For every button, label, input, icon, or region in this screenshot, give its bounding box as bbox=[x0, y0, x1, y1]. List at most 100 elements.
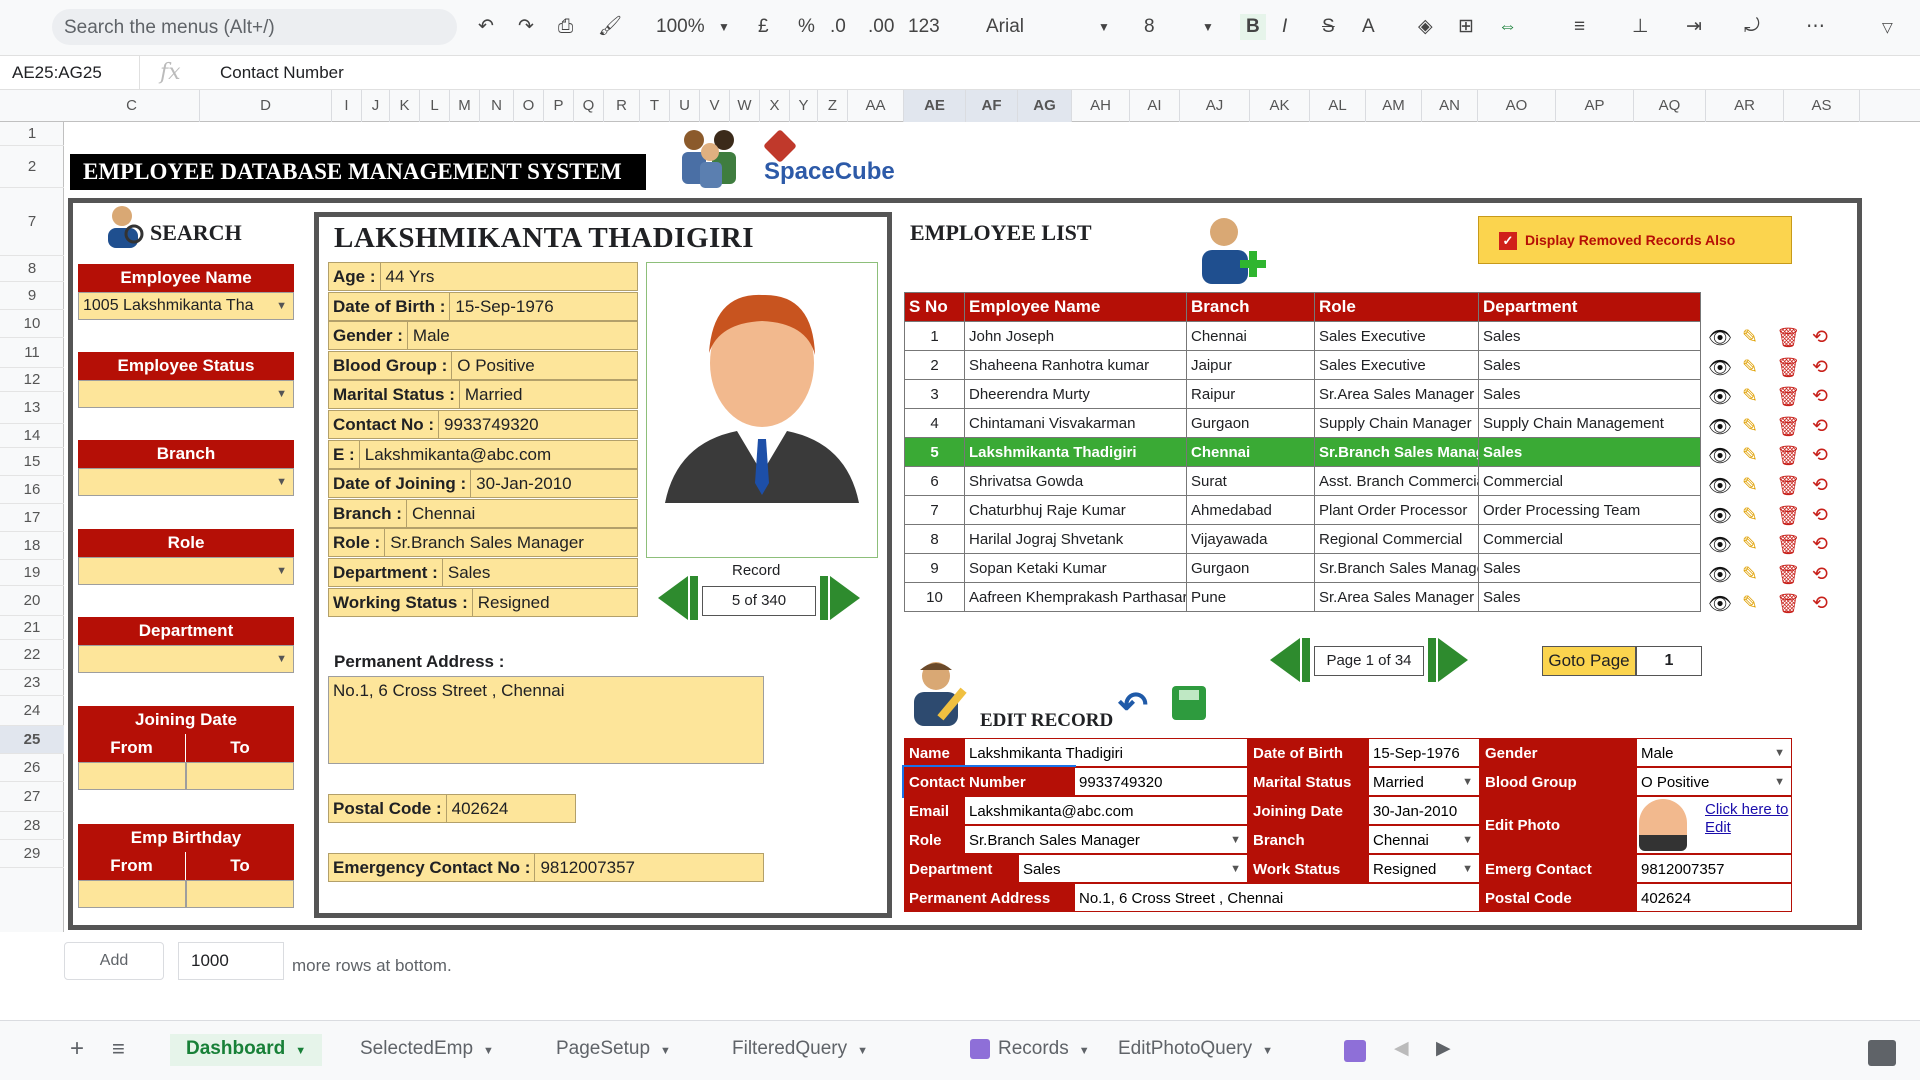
row-header-cell[interactable]: 9 bbox=[0, 282, 64, 310]
row-header-cell[interactable]: 16 bbox=[0, 476, 64, 504]
row-header-cell[interactable]: 29 bbox=[0, 840, 64, 868]
edit-contact-v[interactable]: 9933749320 bbox=[1074, 767, 1248, 796]
role-select[interactable]: ▼ bbox=[78, 557, 294, 585]
add-rows-button[interactable]: Add bbox=[64, 942, 164, 980]
birthday-from-input[interactable] bbox=[78, 880, 186, 908]
row-header-cell[interactable]: 19 bbox=[0, 560, 64, 586]
more-formats-button[interactable]: 123 bbox=[908, 14, 940, 40]
chevron-down-icon[interactable]: ▼ bbox=[1774, 768, 1785, 795]
row-header-cell[interactable]: 2 bbox=[0, 146, 64, 188]
prev-page-button[interactable] bbox=[1270, 638, 1300, 682]
row-header-cell[interactable]: 11 bbox=[0, 338, 64, 368]
column-header-cell[interactable]: AR bbox=[1706, 90, 1784, 122]
view-eye-icon[interactable]: 👁 bbox=[1708, 563, 1740, 587]
column-header-cell[interactable]: V bbox=[700, 90, 730, 122]
currency-button[interactable]: £ bbox=[758, 14, 769, 40]
table-row[interactable]: 1 John Joseph Chennai Sales Executive Sales bbox=[904, 321, 1701, 351]
column-header-cell[interactable]: O bbox=[514, 90, 544, 122]
row-header-cell[interactable]: 8 bbox=[0, 256, 64, 282]
edit-gender-v[interactable]: Male ▼ bbox=[1636, 738, 1792, 767]
valign-icon[interactable]: ⊥ bbox=[1632, 14, 1649, 40]
zoom-select[interactable]: 100% bbox=[656, 14, 705, 40]
edit-branch-v[interactable]: Chennai ▼ bbox=[1368, 825, 1480, 854]
bold-button[interactable]: B bbox=[1240, 14, 1266, 40]
column-header-cell[interactable]: W bbox=[730, 90, 760, 122]
chevron-down-icon[interactable]: ▼ bbox=[276, 646, 287, 672]
text-color-button[interactable]: A bbox=[1362, 14, 1375, 40]
edit-join-v[interactable]: 30-Jan-2010 bbox=[1368, 796, 1480, 825]
paint-format-icon[interactable]: 🖌 bbox=[598, 14, 622, 40]
table-row[interactable]: 8 Harilal Jograj Shvetank Vijayawada Region… bbox=[904, 524, 1701, 554]
restore-icon[interactable]: ⟲ bbox=[1812, 533, 1836, 556]
delete-trash-icon[interactable]: 🗑 bbox=[1776, 326, 1808, 350]
chevron-down-icon[interactable]: ▼ bbox=[718, 14, 730, 40]
row-header-cell[interactable]: 1 bbox=[0, 122, 64, 146]
chevron-down-icon[interactable]: ▼ bbox=[1462, 768, 1473, 795]
column-header-cell[interactable]: AK bbox=[1250, 90, 1310, 122]
column-header-cell[interactable]: AP bbox=[1556, 90, 1634, 122]
column-header-cell[interactable]: T bbox=[640, 90, 670, 122]
table-row[interactable]: 9 Sopan Ketaki Kumar Gurgaon Sr.Branch Sale… bbox=[904, 553, 1701, 583]
table-row[interactable]: 3 Dheerendra Murty Raipur Sr.Area Sales Man… bbox=[904, 379, 1701, 409]
edit-role-v[interactable]: Sr.Branch Sales Manager ▼ bbox=[964, 825, 1248, 854]
employee-status-select[interactable]: ▼ bbox=[78, 380, 294, 408]
add-employee-icon[interactable] bbox=[1196, 212, 1270, 286]
column-header-cell[interactable]: AO bbox=[1478, 90, 1556, 122]
grid-sheet-icon[interactable] bbox=[1344, 1040, 1366, 1062]
row-header-cell[interactable]: 20 bbox=[0, 586, 64, 616]
column-header-cell[interactable]: AF bbox=[966, 90, 1018, 122]
decrease-decimal-button[interactable]: .0 bbox=[830, 14, 846, 40]
restore-icon[interactable]: ⟲ bbox=[1812, 385, 1836, 408]
display-removed-toggle[interactable]: ✓ Display Removed Records Also bbox=[1478, 216, 1792, 264]
scroll-left-icon[interactable]: ◀ bbox=[1394, 1034, 1409, 1064]
table-row[interactable]: 7 Chaturbhuj Raje Kumar Ahmedabad Plant Ord… bbox=[904, 495, 1701, 525]
edit-pencil-icon[interactable]: ✎ bbox=[1742, 326, 1766, 349]
edit-pencil-icon[interactable]: ✎ bbox=[1742, 474, 1766, 497]
view-eye-icon[interactable]: 👁 bbox=[1708, 474, 1740, 498]
column-header-cell[interactable]: K bbox=[390, 90, 420, 122]
column-header-cell[interactable]: J bbox=[362, 90, 390, 122]
align-icon[interactable]: ≡ bbox=[1574, 14, 1585, 40]
column-header-cell[interactable]: Y bbox=[790, 90, 818, 122]
edit-pencil-icon[interactable]: ✎ bbox=[1742, 356, 1766, 379]
checkbox-checked-icon[interactable]: ✓ bbox=[1499, 232, 1517, 251]
column-header-cell[interactable]: I bbox=[332, 90, 362, 122]
column-header-cell[interactable]: P bbox=[544, 90, 574, 122]
edit-photo-link[interactable]: Click here to Edit bbox=[1705, 801, 1791, 837]
undo-edit-icon[interactable]: ↶ bbox=[1118, 684, 1148, 726]
row-header-cell[interactable]: 14 bbox=[0, 424, 64, 448]
chevron-down-icon[interactable]: ▼ bbox=[295, 1045, 306, 1057]
chevron-down-icon[interactable]: ▼ bbox=[276, 381, 287, 407]
restore-icon[interactable]: ⟲ bbox=[1812, 474, 1836, 497]
redo-icon[interactable]: ↷ bbox=[518, 14, 534, 40]
view-eye-icon[interactable]: 👁 bbox=[1708, 326, 1740, 350]
table-row[interactable]: 2 Shaheena Ranhotra kumar Jaipur Sales Exec… bbox=[904, 350, 1701, 380]
edit-pencil-icon[interactable]: ✎ bbox=[1742, 563, 1766, 586]
row-header-cell[interactable]: 26 bbox=[0, 754, 64, 782]
column-header-cell[interactable]: AG bbox=[1018, 90, 1072, 122]
save-icon[interactable] bbox=[1172, 686, 1206, 720]
scroll-right-icon[interactable]: ▶ bbox=[1436, 1034, 1451, 1064]
italic-button[interactable]: I bbox=[1282, 14, 1287, 40]
tab-selectedemp[interactable]: SelectedEmp ▼ bbox=[360, 1034, 494, 1066]
column-header-cell[interactable]: Q bbox=[574, 90, 604, 122]
menu-search-input[interactable]: Search the menus (Alt+/) bbox=[52, 9, 457, 45]
row-header-cell[interactable]: 18 bbox=[0, 532, 64, 560]
branch-select[interactable]: ▼ bbox=[78, 468, 294, 496]
name-box[interactable]: AE25:AG25 bbox=[0, 56, 140, 89]
rows-count-input[interactable]: 1000 bbox=[178, 942, 284, 980]
column-header-cell[interactable]: AN bbox=[1422, 90, 1478, 122]
view-eye-icon[interactable]: 👁 bbox=[1708, 533, 1740, 557]
chevron-down-icon[interactable]: ▼ bbox=[1462, 826, 1473, 853]
view-eye-icon[interactable]: 👁 bbox=[1708, 356, 1740, 380]
column-header-cell[interactable]: M bbox=[450, 90, 480, 122]
edit-pencil-icon[interactable]: ✎ bbox=[1742, 415, 1766, 438]
font-size-select[interactable]: 8 bbox=[1144, 14, 1155, 40]
next-page-button[interactable] bbox=[1438, 638, 1468, 682]
edit-pencil-icon[interactable]: ✎ bbox=[1742, 504, 1766, 527]
row-header-cell[interactable]: 10 bbox=[0, 310, 64, 338]
rotate-icon[interactable]: ⤾ bbox=[1744, 14, 1760, 40]
column-header-cell[interactable]: AH bbox=[1072, 90, 1130, 122]
row-header-cell[interactable]: 27 bbox=[0, 782, 64, 812]
chevron-down-icon[interactable]: ▼ bbox=[276, 469, 287, 495]
